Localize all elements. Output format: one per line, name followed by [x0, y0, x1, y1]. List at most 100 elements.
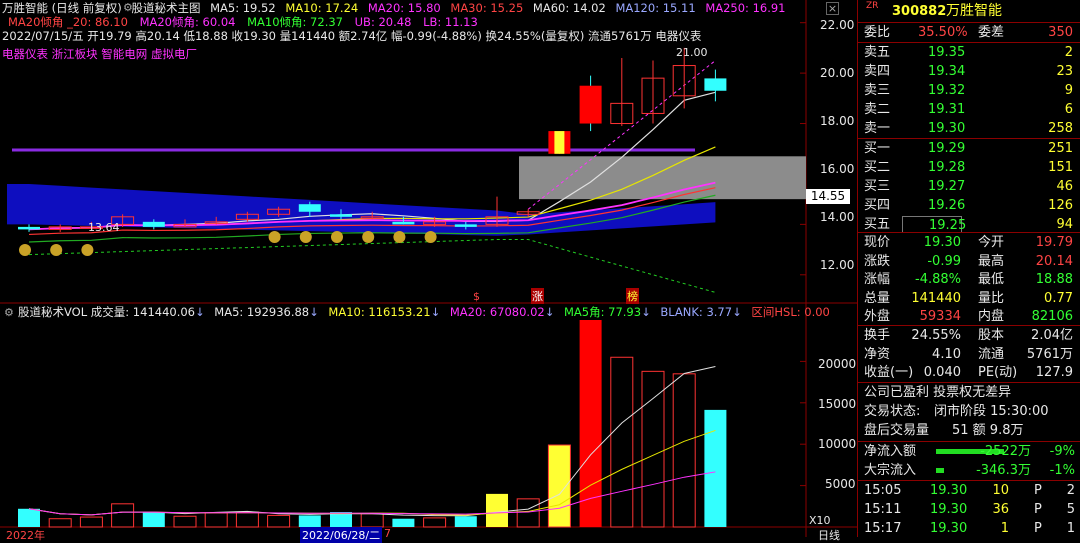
bid-price[interactable]: 19.25	[902, 216, 966, 233]
settings-icon[interactable]: ⚙	[4, 306, 14, 319]
price-tick: 16.00	[820, 162, 855, 176]
money-bag-icon	[331, 231, 343, 243]
tick-time: 15:17	[864, 521, 902, 536]
volume-bar	[142, 512, 165, 527]
fund-value: 0.040	[923, 365, 961, 380]
weibi-row: 委比 35.50% 委差 350	[864, 25, 1073, 40]
volume-bar	[48, 518, 72, 528]
tick-volume: 36	[992, 502, 1009, 517]
vol-ma10-line	[28, 429, 716, 516]
bid-row[interactable]: 买三 19.27 46	[858, 177, 1080, 196]
bid-row[interactable]: 买二 19.28 151	[858, 158, 1080, 177]
candle-body	[18, 226, 40, 230]
bid-price: 19.28	[928, 160, 966, 175]
ask-row[interactable]: 卖五 19.35 2	[858, 43, 1080, 62]
bang-marker: 榜	[626, 288, 639, 304]
vol-ma5a: MA5角: 77.93	[564, 305, 642, 319]
bid-volume: 46	[1056, 179, 1073, 194]
stat-value: 59334	[919, 309, 961, 324]
tick-count: 2	[1066, 483, 1075, 498]
company-notice: 公司已盈利 投票权无差异	[864, 385, 1012, 400]
concept-tags[interactable]: 电器仪表 浙江板块 智能电网 虚拟电厂	[2, 46, 197, 62]
bid-label: 买三	[864, 179, 891, 194]
ma20-label: MA20: 15.80	[367, 1, 441, 15]
volume-bar	[267, 514, 291, 528]
stat-label: 量比	[978, 290, 1005, 306]
period-label[interactable]: 日线	[818, 527, 840, 543]
volume-header: 股道秘术VOL 成交量: 141440.06↓ MA5: 192936.88↓ …	[18, 304, 830, 320]
tick-row[interactable]: 15:05 19.30 10 P 2	[858, 481, 1080, 500]
ask-row[interactable]: 卖二 19.31 6	[858, 100, 1080, 119]
fundamental-row: 收益(一) 0.040 PE(动) 127.9	[858, 363, 1080, 382]
candle-body	[454, 224, 477, 227]
bid-row[interactable]: 买四 19.26 126	[858, 196, 1080, 215]
fund-label: 换手	[864, 328, 891, 343]
flow-pct: -9%	[1049, 444, 1075, 459]
ask-volume: 258	[1048, 121, 1073, 136]
stat-label: 最低	[978, 272, 1005, 287]
ask-volume: 9	[1064, 83, 1073, 98]
low-annotation: 13.64	[88, 221, 120, 234]
code-prefix: ZR	[866, 1, 879, 11]
volume-bar	[111, 503, 135, 528]
quote-stat-row: 总量 141440 量比 0.77	[858, 289, 1080, 308]
ask-price: 19.32	[928, 83, 966, 98]
stat-value: 18.88	[1035, 272, 1073, 287]
ma250-label: MA250: 16.91	[705, 1, 786, 15]
flow-label: 净流入额	[864, 444, 917, 459]
volume-tick: 5000	[825, 477, 856, 491]
price-tick: 20.00	[820, 66, 855, 80]
stat-value: -0.99	[927, 253, 961, 269]
ask-row[interactable]: 卖一 19.30 258	[858, 119, 1080, 138]
volume-bar	[204, 512, 228, 528]
stat-value: 82106	[1031, 309, 1073, 324]
bid-volume: 251	[1048, 141, 1073, 156]
indicator-name[interactable]: 股道秘术主图	[131, 1, 200, 15]
stat-label: 外盘	[864, 309, 891, 324]
money-bag-icon	[424, 231, 437, 243]
ask-price: 19.30	[928, 121, 966, 136]
tick-row[interactable]: 15:17 19.30 1 P 1	[858, 519, 1080, 538]
candle-body	[704, 78, 727, 91]
ask-row[interactable]: 卖四 19.34 23	[858, 62, 1080, 81]
fund-label: 股本	[978, 328, 1005, 343]
ask-label: 卖二	[864, 102, 891, 117]
zhang-marker: 涨	[531, 288, 544, 304]
money-bag-icon	[50, 244, 63, 256]
ma20-slope2-label: MA20倾角: 60.04	[139, 15, 236, 29]
volume-bar	[173, 515, 197, 528]
tick-flag: P	[1034, 521, 1042, 536]
down-arrow-icon: ↓	[309, 305, 319, 319]
vol-hsl: 区间HSL: 0.00	[751, 305, 830, 319]
flow-label: 大宗流入	[864, 463, 917, 478]
kline-chart[interactable]	[0, 0, 857, 537]
ma10-label: MA10: 17.24	[285, 1, 359, 15]
weicha-value: 350	[1048, 25, 1073, 40]
gear-icon[interactable]: ⚙	[123, 1, 133, 14]
trade-state-row: 交易状态: 闭市阶段 15:30:00	[864, 404, 1049, 419]
volume-tick: 15000	[818, 397, 857, 411]
bid-row[interactable]: 买一 19.29 251	[858, 139, 1080, 158]
stock-header: ZR 300882 万胜智能	[858, 0, 1080, 22]
close-icon[interactable]: ×	[826, 2, 839, 15]
fund-flow-row[interactable]: 净流入额 -2522万 -9%	[858, 442, 1080, 461]
vol-blank: BLANK: 3.77	[660, 305, 733, 319]
stat-label: 今开	[978, 235, 1005, 250]
chart-area[interactable]: 万胜智能 (日线 前复权) 股道秘术主图 MA5: 19.52 MA10: 17…	[0, 0, 857, 543]
volume-bar	[486, 493, 508, 527]
ask-volume: 23	[1056, 64, 1073, 79]
volume-bar	[547, 444, 571, 528]
stat-label: 内盘	[978, 309, 1005, 324]
down-arrow-icon: ↓	[195, 305, 205, 319]
tick-volume: 10	[992, 483, 1009, 498]
stock-name: 万胜智能	[946, 3, 1002, 19]
volume-bar	[18, 508, 40, 527]
tick-row[interactable]: 15:11 19.30 36 P 5	[858, 500, 1080, 519]
bid-volume: 151	[1048, 160, 1073, 175]
ask-row[interactable]: 卖三 19.32 9	[858, 81, 1080, 100]
stat-value: 19.79	[1035, 235, 1073, 250]
date-tick: 7	[384, 527, 391, 540]
ma60-label: MA60: 14.02	[532, 1, 606, 15]
fund-flow-row[interactable]: 大宗流入 -346.3万 -1%	[858, 461, 1080, 480]
vol-ma20-line	[28, 471, 716, 516]
